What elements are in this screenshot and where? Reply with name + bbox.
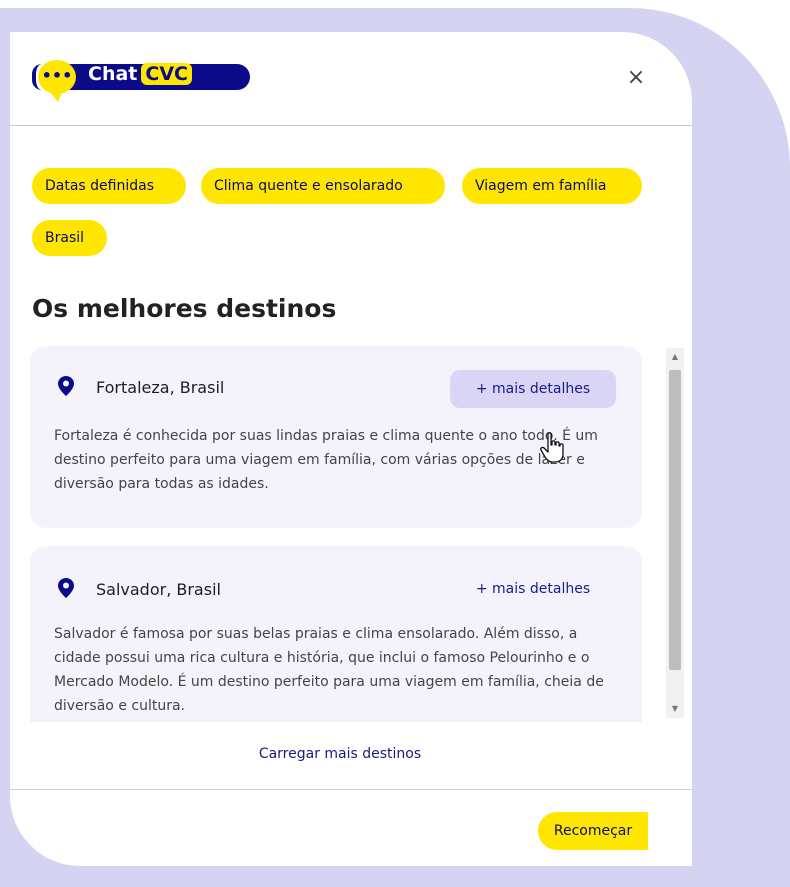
logo-word-cvc: CVC [141, 63, 192, 85]
filter-chip-climate[interactable]: Clima quente e ensolarado [201, 168, 445, 204]
hand-pointer-icon [540, 432, 564, 463]
logo-word-chat: Chat [88, 63, 138, 85]
filter-chip-family[interactable]: Viagem em família [462, 168, 642, 204]
destination-description: Salvador é famosa por suas belas praias … [54, 626, 604, 714]
chat-header: ••• Chat CVC × [10, 32, 692, 126]
scroll-up-arrow-icon[interactable]: ▲ [666, 348, 684, 366]
chat-panel: ••• Chat CVC × Datas definidas Clima quen… [10, 32, 692, 866]
logo-dots: ••• [41, 66, 73, 85]
section-title: Os melhores destinos [32, 294, 337, 323]
more-details-button[interactable]: + mais detalhes [450, 370, 616, 408]
logo-text: Chat CVC [88, 63, 192, 85]
restart-button[interactable]: Recomeçar [538, 812, 648, 850]
scroll-down-arrow-icon[interactable]: ▼ [666, 700, 684, 718]
map-pin-icon [58, 376, 74, 396]
destination-name: Salvador, Brasil [96, 580, 221, 599]
chat-bubble-icon: ••• [38, 60, 76, 102]
destination-card: Salvador, Brasil + mais detalhes Salvado… [30, 546, 642, 722]
load-more-button[interactable]: Carregar mais destinos [10, 746, 670, 762]
destination-list: Fortaleza, Brasil + mais detalhes Fortal… [30, 346, 642, 722]
footer-divider [10, 789, 692, 790]
scrollbar-thumb[interactable] [669, 370, 681, 670]
destination-description: Fortaleza é conhecida por suas lindas pr… [54, 428, 598, 492]
destination-name: Fortaleza, Brasil [96, 378, 225, 397]
filter-chip-dates[interactable]: Datas definidas [32, 168, 186, 204]
destination-list-scrollbar[interactable]: ▲ ▼ [666, 348, 684, 718]
close-icon[interactable]: × [624, 66, 648, 90]
map-pin-icon [58, 578, 74, 598]
more-details-button[interactable]: + mais detalhes [450, 570, 616, 608]
filter-chip-brazil[interactable]: Brasil [32, 220, 107, 256]
